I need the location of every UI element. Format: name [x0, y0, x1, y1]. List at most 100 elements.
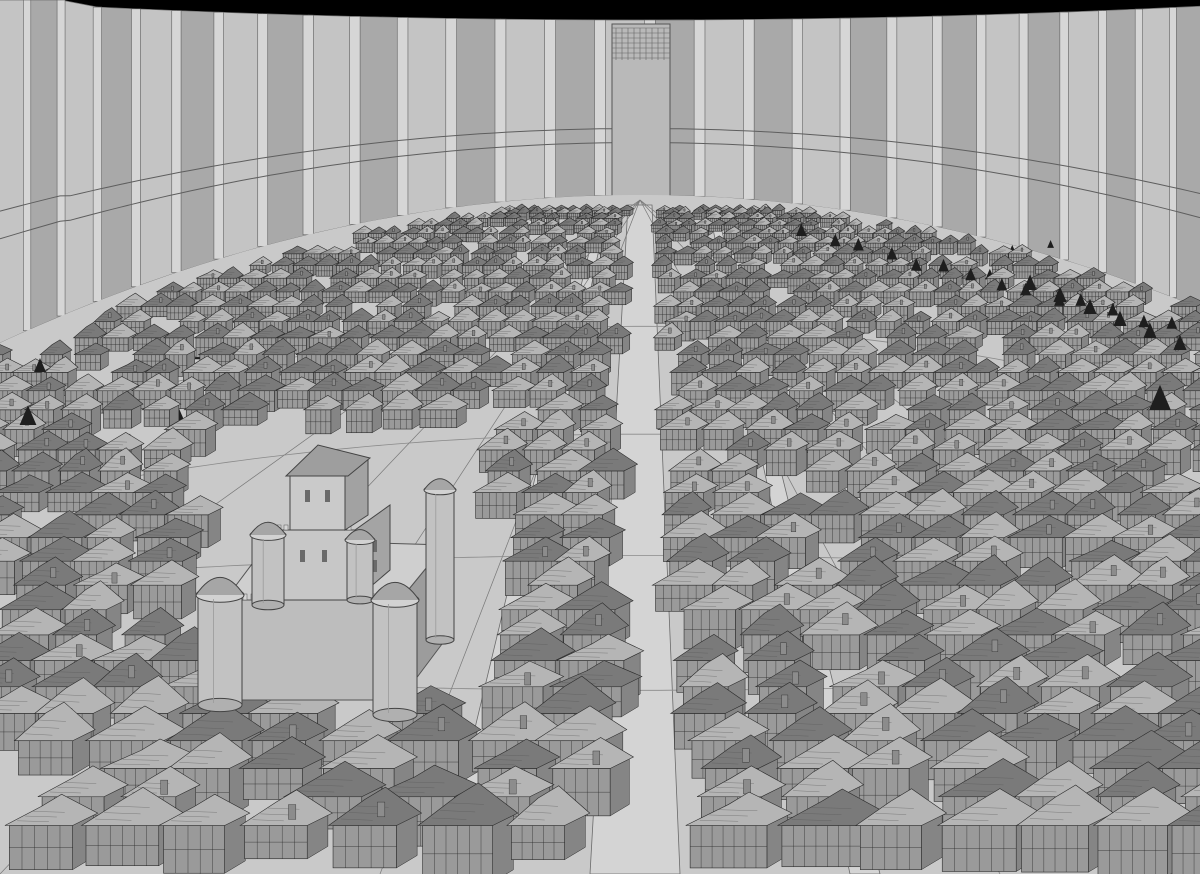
chimney [675, 221, 677, 226]
chimney [826, 247, 829, 251]
chimney [954, 299, 958, 305]
chimney [931, 238, 934, 243]
chimney [551, 209, 553, 213]
chimney [560, 270, 563, 276]
chimney [613, 221, 616, 225]
chimney [769, 238, 772, 243]
chimney [557, 247, 560, 251]
wall-buttress [445, 18, 457, 209]
wall-panel [1063, 10, 1103, 273]
chimney [665, 228, 668, 232]
wall-panel [354, 16, 403, 225]
chimney [704, 220, 707, 224]
wall-panel [450, 18, 501, 209]
wall-gate [611, 23, 671, 215]
wall-buttress [56, 0, 66, 317]
chimney [924, 284, 927, 289]
wall-panel [748, 18, 798, 205]
chimney [580, 260, 584, 265]
chimney [663, 236, 666, 241]
chimney [853, 259, 856, 264]
chimney [541, 247, 544, 251]
chimney [575, 314, 579, 321]
chimney [432, 259, 435, 264]
chimney [570, 297, 573, 303]
chimney [782, 229, 784, 234]
chimney [810, 221, 812, 226]
chimney [694, 272, 697, 277]
chimney [413, 272, 417, 278]
chimney [1020, 247, 1024, 252]
chimney [763, 299, 767, 305]
wall-buttress [932, 15, 943, 228]
chimney [1098, 283, 1101, 289]
chimney [391, 259, 394, 264]
chimney [483, 214, 486, 218]
chimney [690, 299, 694, 305]
wall-buttress [594, 19, 606, 196]
chimney [669, 272, 672, 277]
wall-buttress [131, 8, 141, 288]
chimney [769, 214, 772, 218]
chimney [611, 207, 614, 210]
chimney [605, 229, 608, 234]
chimney [978, 247, 982, 252]
chimney [550, 284, 553, 289]
chimney [908, 271, 912, 277]
chimney [756, 214, 759, 217]
wall-buttress [257, 13, 269, 247]
chimney [698, 208, 701, 212]
wall-buttress [92, 6, 102, 302]
chimney [459, 220, 462, 224]
chimney [512, 259, 515, 264]
chimney [783, 249, 786, 253]
chimney [261, 259, 264, 265]
chimney [965, 260, 968, 265]
chimney [899, 299, 903, 305]
chimney [403, 237, 406, 241]
chimney [971, 283, 974, 289]
wall-buttress [743, 19, 755, 200]
chimney [536, 258, 539, 264]
chimney [673, 213, 676, 217]
chimney [494, 299, 497, 305]
chimney [829, 214, 831, 218]
chimney [345, 271, 348, 277]
chimney [441, 227, 444, 232]
wall-panel [549, 19, 601, 199]
chimney [948, 284, 952, 290]
chimney [966, 236, 969, 241]
chimney [806, 284, 810, 290]
wall-buttress [791, 18, 803, 205]
chimney [489, 228, 492, 232]
chimney [688, 220, 691, 225]
chimney [1101, 299, 1105, 305]
wall-panel [844, 16, 893, 219]
chimney [536, 208, 539, 212]
chimney [913, 228, 916, 232]
chimney [560, 207, 563, 210]
wall-panel [97, 6, 137, 302]
chimney [603, 208, 605, 212]
chimney [845, 298, 849, 304]
chimney [350, 258, 353, 263]
chimney [795, 209, 798, 213]
chimney [867, 228, 870, 232]
chimney [581, 221, 583, 225]
chimney [917, 315, 921, 322]
chimney [614, 214, 616, 218]
chimney [816, 229, 819, 234]
chimney [217, 285, 220, 291]
chimney [552, 214, 555, 218]
chimney [802, 249, 805, 254]
chimney [683, 208, 686, 212]
chimney [479, 286, 482, 292]
wall-panel [980, 13, 1024, 249]
chimney [948, 237, 951, 242]
chimney [585, 215, 588, 219]
chimney [170, 285, 174, 291]
chimney [300, 270, 303, 276]
wall-panel [60, 0, 98, 317]
chimney [1000, 300, 1003, 306]
wall-buttress [693, 19, 706, 197]
